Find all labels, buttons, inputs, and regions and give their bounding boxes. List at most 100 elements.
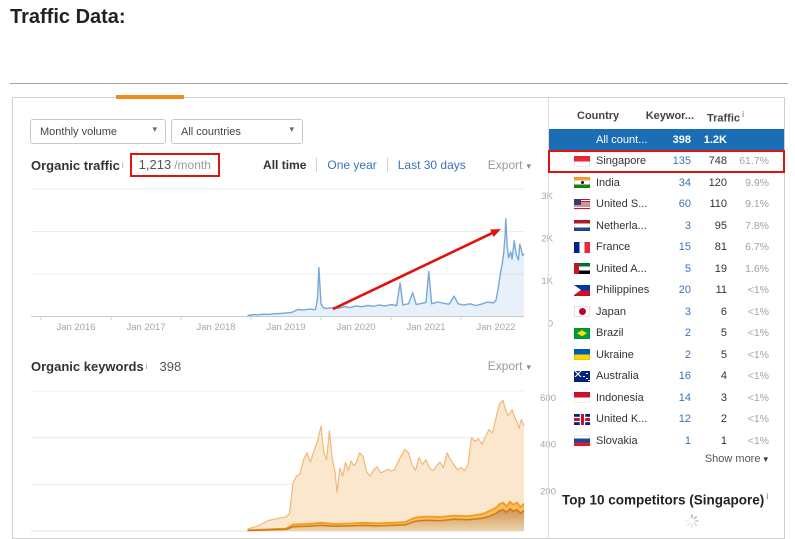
country-keywords-link[interactable]: 15 <box>653 241 691 253</box>
jp-flag-icon <box>574 306 590 317</box>
country-traffic-percent: <1% <box>727 306 769 318</box>
sk-flag-icon <box>574 435 590 446</box>
country-keywords-link[interactable]: 20 <box>653 284 691 296</box>
country-name: Australia <box>596 370 650 382</box>
svg-text:Jan 2019: Jan 2019 <box>266 322 305 333</box>
country-name: Japan <box>596 306 650 318</box>
country-traffic: 3 <box>691 392 727 404</box>
country-traffic-percent: <1% <box>727 349 769 361</box>
country-name: Philippines <box>596 284 650 296</box>
export-keywords-button[interactable]: Export▾ <box>488 359 531 373</box>
country-keywords-link[interactable]: 5 <box>653 263 691 275</box>
keywords-count: 398 <box>160 359 182 374</box>
filter-last-30-days[interactable]: Last 30 days <box>387 158 476 172</box>
country-dropdown-value: All countries <box>172 126 241 138</box>
country-name: India <box>596 177 650 189</box>
country-traffic: 1 <box>691 435 727 447</box>
metric-dropdown-value: Monthly volume <box>31 126 117 138</box>
ua-flag-icon <box>574 349 590 360</box>
svg-text:Jan 2021: Jan 2021 <box>406 322 445 333</box>
country-row[interactable]: Japan36<1% <box>549 301 784 323</box>
organic-keywords-chart: 200400600 <box>13 388 560 534</box>
country-row[interactable]: Singapore13574861.7% <box>549 151 784 173</box>
country-name: Indonesia <box>596 392 650 404</box>
traffic-unit: /month <box>174 158 211 172</box>
country-keywords-link[interactable]: 3 <box>653 306 691 318</box>
country-traffic: 5 <box>691 327 727 339</box>
country-keywords-link[interactable]: 12 <box>653 413 691 425</box>
br-flag-icon <box>574 328 590 339</box>
country-traffic: 120 <box>691 177 727 189</box>
country-keywords-link[interactable]: 2 <box>653 349 691 361</box>
country-traffic: 110 <box>691 198 727 210</box>
country-row[interactable]: France15816.7% <box>549 237 784 259</box>
country-row[interactable]: Ukraine25<1% <box>549 344 784 366</box>
country-keywords-link[interactable]: 398 <box>653 134 691 146</box>
country-traffic-percent: 7.8% <box>727 220 769 232</box>
show-more-button[interactable]: Show more▾ <box>705 453 768 465</box>
country-keywords-link[interactable]: 34 <box>653 177 691 189</box>
country-name: United A... <box>596 263 650 275</box>
country-traffic: 6 <box>691 306 727 318</box>
country-row[interactable]: Philippines2011<1% <box>549 280 784 302</box>
country-keywords-link[interactable]: 16 <box>653 370 691 382</box>
gb-flag-icon <box>574 414 590 425</box>
organic-traffic-chart: 01K2K3KJan 2016Jan 2017Jan 2018Jan 2019J… <box>13 186 560 336</box>
country-traffic-percent: 6.7% <box>727 241 769 253</box>
country-name: France <box>596 241 650 253</box>
country-dropdown[interactable]: All countries ▾ <box>171 119 303 144</box>
no-flag <box>574 134 590 145</box>
country-row[interactable]: Brazil25<1% <box>549 323 784 345</box>
country-rows: All count...3981.2KSingapore13574861.7%I… <box>549 129 784 452</box>
filter-all-time[interactable]: All time <box>253 158 316 172</box>
country-traffic-percent: <1% <box>727 284 769 296</box>
country-traffic: 19 <box>691 263 727 275</box>
metric-dropdown[interactable]: Monthly volume ▾ <box>30 119 166 144</box>
horizontal-divider <box>10 83 788 84</box>
country-traffic-percent: 9.1% <box>727 198 769 210</box>
country-row[interactable]: United A...5191.6% <box>549 258 784 280</box>
filter-one-year[interactable]: One year <box>316 158 386 172</box>
traffic-value: 1,213 <box>139 157 172 172</box>
country-traffic-percent: <1% <box>727 392 769 404</box>
country-keywords-link[interactable]: 3 <box>653 220 691 232</box>
country-name: Slovakia <box>596 435 650 447</box>
export-label: Export <box>488 158 523 172</box>
sg-flag-icon <box>574 156 590 167</box>
country-name: Brazil <box>596 327 650 339</box>
svg-text:Jan 2020: Jan 2020 <box>336 322 375 333</box>
country-name: Singapore <box>596 155 650 167</box>
country-row[interactable]: United K...122<1% <box>549 409 784 431</box>
country-name: United K... <box>596 413 650 425</box>
country-traffic-percent: <1% <box>727 413 769 425</box>
country-keywords-link[interactable]: 14 <box>653 392 691 404</box>
country-traffic: 81 <box>691 241 727 253</box>
country-row[interactable]: All count...3981.2K <box>549 129 784 151</box>
country-traffic: 5 <box>691 349 727 361</box>
caret-down-icon: ▾ <box>289 124 294 135</box>
country-keywords-link[interactable]: 60 <box>653 198 691 210</box>
country-keywords-link[interactable]: 2 <box>653 327 691 339</box>
nl-flag-icon <box>574 220 590 231</box>
svg-text:Jan 2018: Jan 2018 <box>196 322 235 333</box>
country-row[interactable]: India341209.9% <box>549 172 784 194</box>
country-row[interactable]: Indonesia143<1% <box>549 387 784 409</box>
country-traffic: 11 <box>691 284 727 296</box>
country-row[interactable]: Netherla...3957.8% <box>549 215 784 237</box>
export-traffic-button[interactable]: Export▾ <box>488 158 531 172</box>
country-keywords-link[interactable]: 1 <box>653 435 691 447</box>
country-row[interactable]: Australia164<1% <box>549 366 784 388</box>
country-keywords-link[interactable]: 135 <box>653 155 691 167</box>
caret-down-icon: ▾ <box>152 124 157 135</box>
organic-traffic-header: Organic traffici 1,213 /month All time O… <box>13 152 548 178</box>
country-name: United S... <box>596 198 650 210</box>
countries-sidebar: Country Keywor... Traffici All count...3… <box>548 98 784 538</box>
country-traffic: 748 <box>691 155 727 167</box>
country-row[interactable]: United S...601109.1% <box>549 194 784 216</box>
date-range-filters: All time One year Last 30 days Export▾ <box>253 158 531 172</box>
country-row[interactable]: Slovakia11<1% <box>549 430 784 452</box>
country-traffic: 4 <box>691 370 727 382</box>
country-traffic: 95 <box>691 220 727 232</box>
keywords-toolbar: Export▾ <box>476 359 531 373</box>
caret-down-icon: ▾ <box>526 161 531 171</box>
